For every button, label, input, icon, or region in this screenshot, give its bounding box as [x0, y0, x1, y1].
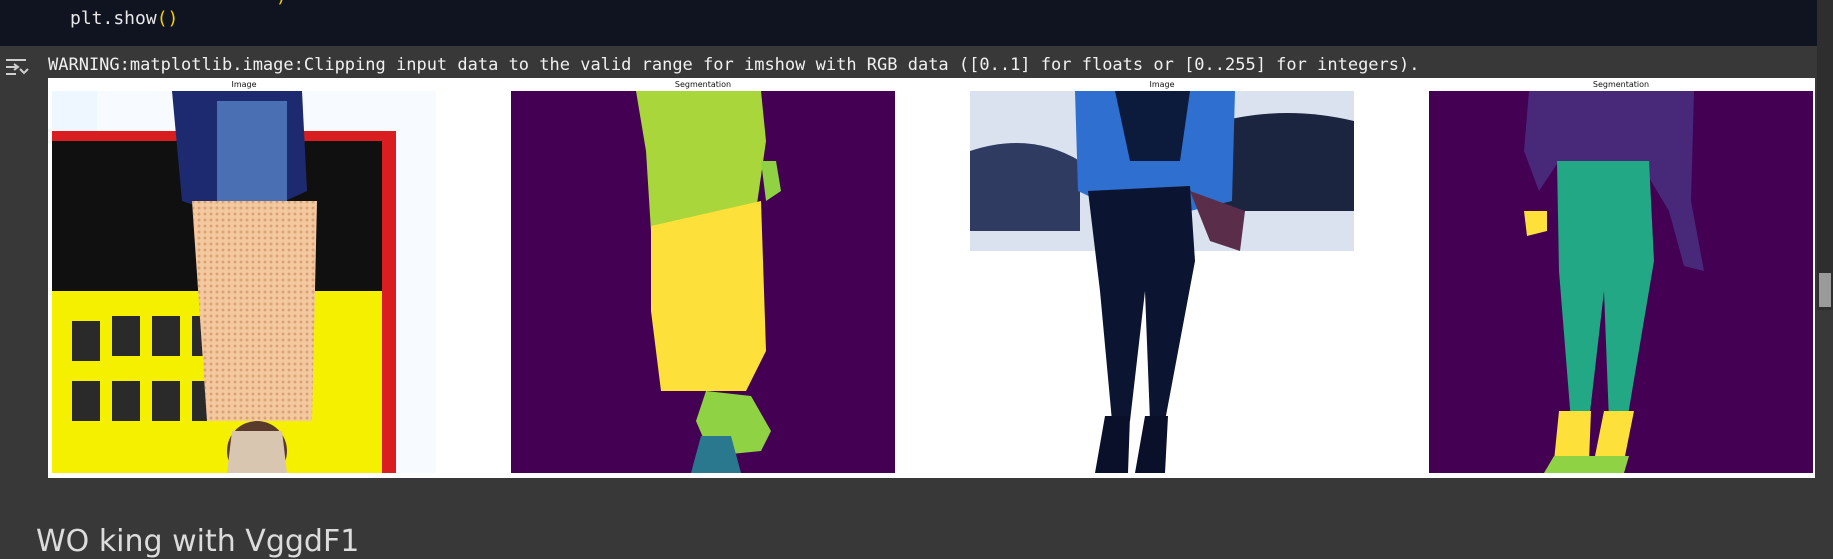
scrollbar-track[interactable]	[1817, 0, 1833, 310]
photo-image-1	[52, 91, 436, 473]
matplotlib-figure: Image Segmentation Image Segmentation	[48, 78, 1815, 478]
scrollbar-thumb[interactable]	[1819, 273, 1831, 307]
panel-title: Image	[231, 80, 257, 89]
next-section-heading: WO king with VggdF1	[36, 524, 360, 559]
code-cell[interactable]: └─ ─ ─ ─ ─ ─ ─ ─ ─ ) plt.show()	[0, 0, 1817, 46]
panel-title: Segmentation	[674, 80, 732, 89]
segmentation-mask-2	[1429, 91, 1813, 473]
panel-title: Segmentation	[1592, 80, 1650, 89]
segmentation-panel-1: Segmentation	[511, 78, 895, 478]
code-line-partial: └─ ─ ─ ─ ─ ─ ─ ─ ─ )	[70, 0, 287, 7]
output-toggle-icon[interactable]	[4, 56, 30, 78]
panel-title: Image	[1149, 80, 1175, 89]
segmentation-mask-1	[511, 91, 895, 473]
image-panel-1: Image	[52, 78, 436, 478]
photo-image-2	[970, 91, 1354, 473]
segmentation-panel-2: Segmentation	[1429, 78, 1813, 478]
code-line: plt.show()	[70, 8, 179, 29]
warning-message: WARNING:matplotlib.image:Clipping input …	[48, 55, 1420, 75]
image-panel-2: Image	[970, 78, 1354, 478]
